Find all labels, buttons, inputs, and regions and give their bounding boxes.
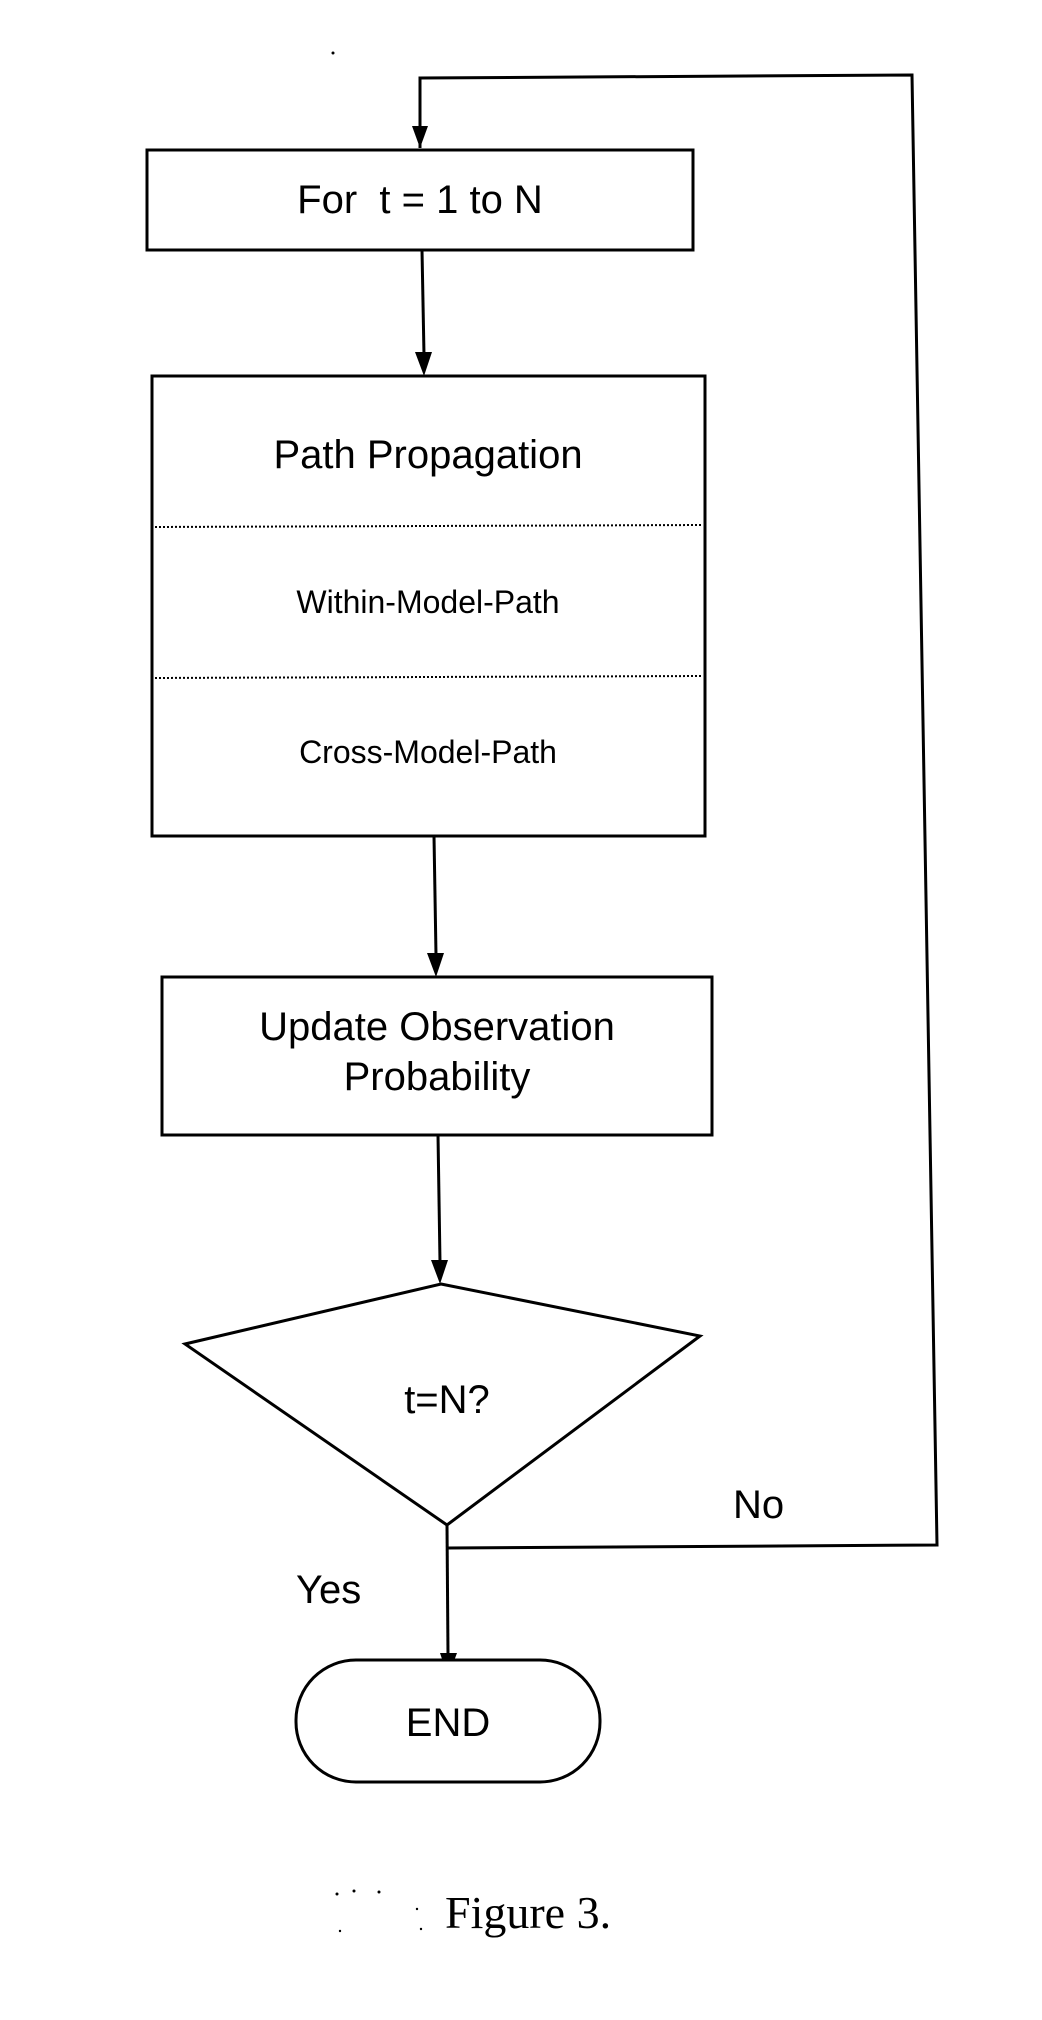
- connector-loop-to-propagation: [420, 249, 426, 356]
- end-node[interactable]: END: [294, 1658, 602, 1784]
- scan-speck: [331, 51, 335, 55]
- end-label: END: [406, 1701, 490, 1745]
- update-observation-node[interactable]: Update Observation Probability: [160, 975, 714, 1137]
- arrowhead-decision: [431, 1260, 448, 1284]
- connector-propagation-to-update: [432, 835, 438, 956]
- loop-label: For t = 1 to N: [297, 178, 543, 222]
- update-label-line1: Update Observation: [259, 1005, 615, 1049]
- loop-node[interactable]: For t = 1 to N: [145, 148, 695, 252]
- arrowhead-update: [427, 953, 444, 977]
- flowchart: For t = 1 to N Path Propagation Within-M…: [145, 51, 939, 1938]
- yes-branch-label: Yes: [296, 1568, 361, 1612]
- arrowhead-propagation: [415, 352, 432, 376]
- decision-node[interactable]: t=N?: [181, 1282, 704, 1527]
- connector-update-to-decision: [436, 1134, 442, 1263]
- path-propagation-node[interactable]: Path Propagation Within-Model-Path Cross…: [150, 374, 707, 838]
- loop-arrowhead: [412, 126, 428, 148]
- scan-specks: [335, 1889, 423, 1933]
- section-cross-model-path: Cross-Model-Path: [299, 734, 557, 770]
- update-label-line2: Probability: [344, 1055, 531, 1099]
- connector-decision-to-end: [445, 1524, 450, 1656]
- path-propagation-title: Path Propagation: [273, 433, 582, 477]
- section-within-model-path: Within-Model-Path: [296, 584, 559, 620]
- no-branch-label: No: [733, 1483, 784, 1527]
- figure-caption: Figure 3.: [445, 1887, 611, 1938]
- decision-label: t=N?: [404, 1378, 490, 1422]
